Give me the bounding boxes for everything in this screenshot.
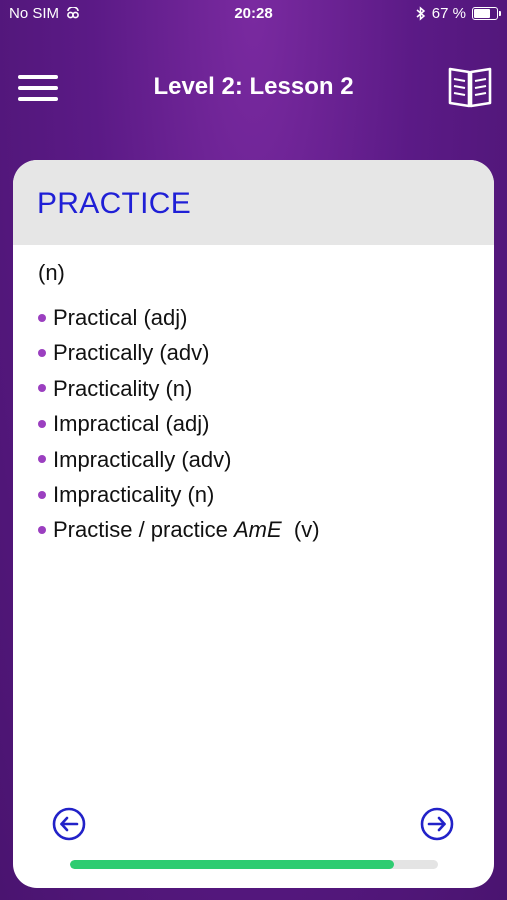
list-item: Impractically (adv) — [38, 442, 320, 477]
list-item: Practicality (n) — [38, 371, 320, 406]
lesson-card: PRACTICE (n) Practical (adj) Practically… — [13, 160, 494, 888]
form-text-prefix: Practise / practice — [53, 517, 234, 543]
lesson-progress-bar — [70, 860, 438, 869]
list-item: Impractical (adj) — [38, 406, 320, 441]
page-title: Level 2: Lesson 2 — [153, 73, 354, 100]
list-item: Practise / practice AmE (v) — [38, 512, 320, 547]
list-item: Practical (adj) — [38, 300, 320, 335]
bullet-icon — [38, 384, 46, 393]
list-item: Practically (adv) — [38, 335, 320, 370]
header: Level 2: Lesson 2 — [0, 55, 507, 120]
bullet-icon — [38, 313, 46, 322]
bullet-icon — [38, 419, 46, 428]
battery-percent: 67 % — [431, 5, 466, 22]
bullet-icon — [38, 349, 46, 358]
status-right: 67 % — [416, 5, 501, 22]
battery-icon — [472, 7, 501, 20]
part-of-speech: (n) — [38, 260, 65, 285]
previous-arrow-icon[interactable] — [52, 807, 86, 841]
book-icon[interactable] — [447, 63, 493, 109]
form-text: Impractically (adv) — [53, 446, 232, 472]
bullet-icon — [38, 455, 46, 464]
list-item: Impracticality (n) — [38, 477, 320, 512]
form-text: Impracticality (n) — [53, 481, 215, 507]
form-text: Practicality (n) — [53, 375, 193, 401]
progress-fill — [70, 860, 394, 869]
word-title: PRACTICE — [37, 187, 192, 220]
card-header: PRACTICE — [13, 160, 494, 245]
bluetooth-icon — [416, 6, 425, 21]
word-forms-list: Practical (adj) Practically (adv) Practi… — [38, 300, 320, 548]
form-text: Practical (adj) — [53, 305, 188, 330]
status-bar: No SIM 20:28 67 % — [0, 0, 507, 28]
form-text-variant: AmE — [233, 517, 282, 543]
bullet-icon — [38, 490, 46, 499]
bullet-icon — [38, 526, 46, 535]
next-arrow-icon[interactable] — [420, 807, 454, 841]
form-text: Impractical (adj) — [53, 411, 210, 437]
form-text-suffix: (v) — [281, 517, 320, 543]
form-text: Practically (adv) — [53, 340, 210, 366]
